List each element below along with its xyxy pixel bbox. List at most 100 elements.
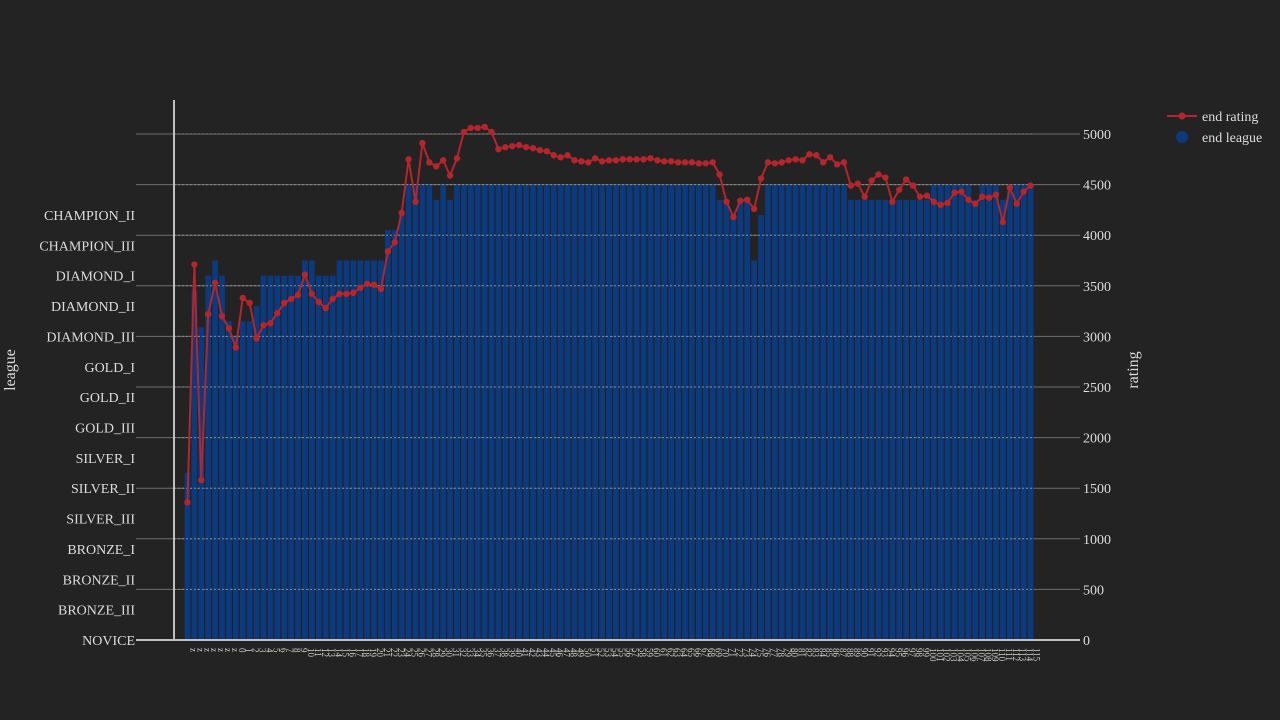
bar [246,321,253,640]
line-point [329,295,336,303]
line-point [930,198,937,206]
bar [924,199,930,640]
bar [744,199,751,640]
line-point [363,280,371,287]
legend-label-end-league: end league [1202,131,1262,146]
line-point [536,146,544,154]
bar [523,184,529,641]
bar [841,184,847,641]
bar [1027,184,1034,641]
line-point [509,142,516,150]
bar [896,199,903,640]
bar [488,184,495,641]
bar [571,184,578,641]
line-point [999,218,1007,226]
line-point [412,198,419,206]
line-point [550,152,557,159]
bar [253,306,260,640]
line-point [619,156,627,163]
line-point [965,196,972,203]
line-point [460,128,468,136]
line-point [391,239,398,246]
bar [557,184,564,641]
bar [689,184,695,641]
bar [647,184,654,641]
bar [875,199,882,640]
bar [467,184,474,641]
y-right-tick-label: 5000 [1083,128,1111,143]
line-point [419,139,426,147]
y-left-tick-label: NOVICE [82,634,135,649]
y-left-tick-label: GOLD_III [75,421,135,436]
line-point [764,159,772,166]
line-point [813,152,820,159]
legend-bar-swatch [1176,131,1188,143]
bar [772,184,778,641]
y-left-tick-label: SILVER_I [76,452,136,467]
bar [315,275,322,640]
bar [474,184,481,641]
line-point [640,156,647,163]
bar [937,184,944,641]
bar [322,275,329,640]
bar [654,184,661,641]
line-point [426,159,433,166]
y-left-tick-label: CHAMPION_II [44,209,135,224]
line-point [958,188,965,195]
bar [806,184,813,641]
line-point [1006,184,1014,191]
bar [239,321,246,640]
bar [378,260,384,640]
line-point [612,157,620,164]
line-point [799,157,806,164]
bar [813,184,820,641]
bar [979,184,986,641]
bar [274,275,281,640]
bar [585,184,592,641]
line-point [833,161,841,168]
line-point [481,123,488,131]
line-point [488,128,495,136]
bar [226,321,232,640]
bar [454,184,460,641]
line-point [308,290,316,298]
line-point [792,156,799,163]
bar [447,199,453,640]
line-point [446,172,454,179]
bar [385,230,391,641]
line-point [591,155,599,162]
y-right-tick-label: 4000 [1083,229,1111,244]
bar [758,214,764,640]
line-point [978,193,986,200]
y-left-tick-label: DIAMOND_I [56,270,136,285]
bar [882,199,889,640]
line-point [778,159,785,166]
bar [730,214,737,640]
line-point [737,197,744,204]
bar [578,184,585,641]
line-point [916,193,924,200]
bar [668,184,675,641]
y-right-tick-label: 2000 [1083,432,1111,447]
y-left-tick-label: DIAMOND_II [51,300,135,315]
bar [640,184,647,641]
line-point [260,322,267,329]
bar [1000,199,1006,640]
line-point [723,198,730,206]
chart: NOVICE BRONZE_III BRONZE_II BRONZE_I SILVER_… [0,0,1280,720]
bar [606,184,612,641]
y-right-tick-label: 0 [1083,634,1090,649]
line-point [896,186,903,193]
bar [799,184,806,641]
bar [910,199,916,640]
line-point [377,285,385,293]
line-point [439,157,447,164]
y-left-tick-label: CHAMPION_III [39,239,135,254]
line-point [972,200,979,208]
bar [1013,184,1020,641]
line-point [370,281,378,288]
bar [281,275,288,640]
line-point [681,159,689,166]
bar [516,184,522,641]
line-point [785,157,792,164]
